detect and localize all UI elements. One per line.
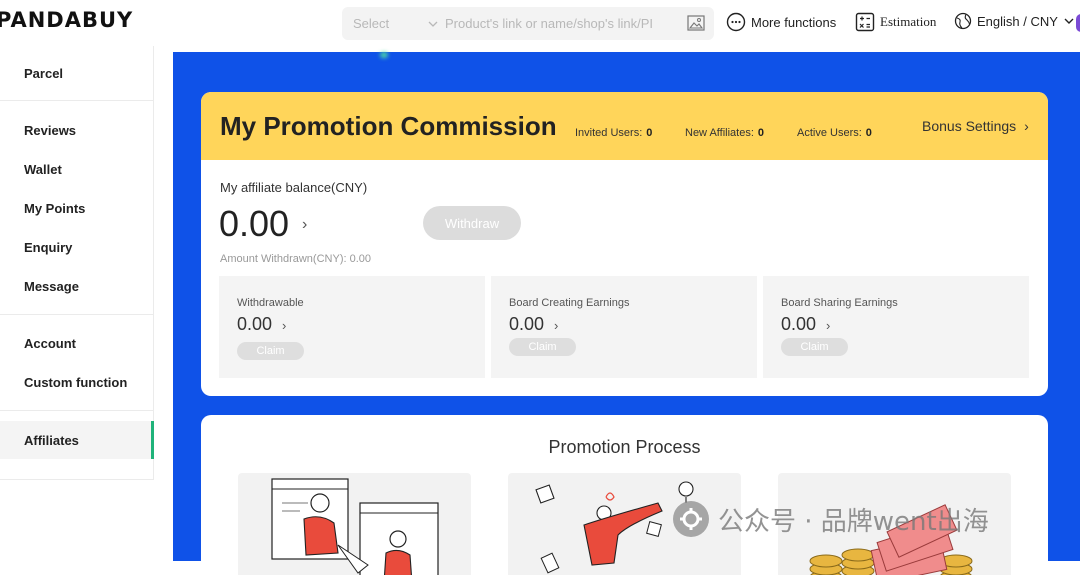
new-affiliates-value: 0 [757, 127, 765, 139]
chevron-right-icon: › [1024, 118, 1029, 134]
sidebar-item-reviews[interactable]: Reviews [24, 123, 76, 138]
withdraw-button[interactable]: Withdraw [423, 206, 521, 240]
earning-value-row[interactable]: 0.00 › [237, 314, 286, 335]
sidebar-item-parcel[interactable]: Parcel [24, 66, 63, 81]
page-title: My Promotion Commission [220, 111, 557, 141]
earning-value: 0.00 [237, 314, 273, 334]
search-bar: Select [342, 7, 714, 40]
commission-header: My Promotion Commission Invited Users: 0 … [201, 92, 1048, 160]
step-illustration-invite [238, 473, 471, 575]
earning-label: Board Creating Earnings [509, 297, 630, 309]
estimation-button[interactable]: Estimation [855, 12, 936, 32]
chevron-down-icon [1064, 18, 1074, 24]
search-type-select[interactable]: Select [353, 16, 413, 31]
active-users-stat: Active Users: 0 [797, 127, 872, 139]
divider [0, 100, 153, 101]
amount-withdrawn: Amount Withdrawn(CNY): 0.00 [220, 253, 371, 265]
active-users-label: Active Users: [797, 127, 862, 139]
chevron-right-icon: › [826, 318, 831, 333]
earning-value-row[interactable]: 0.00 › [509, 314, 558, 335]
invited-users-label: Invited Users: [575, 127, 643, 139]
active-indicator [151, 421, 154, 459]
section-title: Promotion Process [548, 437, 701, 457]
wechat-icon [673, 501, 709, 537]
sidebar-item-affiliates[interactable]: Affiliates [24, 433, 79, 448]
bonus-settings-label: Bonus Settings [922, 118, 1017, 134]
earning-value-row[interactable]: 0.00 › [781, 314, 830, 335]
earning-value: 0.00 [781, 314, 817, 334]
divider [0, 410, 153, 411]
sidebar-item-enquiry[interactable]: Enquiry [24, 240, 72, 255]
globe-icon [954, 12, 972, 30]
language-selector[interactable]: English / CNY [954, 12, 1080, 30]
sidebar-item-message[interactable]: Message [24, 279, 79, 294]
invited-users-value: 0 [646, 127, 653, 139]
claim-button[interactable]: Claim [237, 342, 304, 360]
new-affiliates-stat: New Affiliates: 0 [685, 127, 764, 139]
decorative-dot [380, 52, 388, 58]
claim-button[interactable]: Claim [509, 338, 576, 356]
more-icon [726, 12, 746, 32]
top-header: PANDABUY Select More functions Estimatio… [0, 0, 1080, 46]
promotion-process-card: Promotion Process [201, 415, 1048, 575]
watermark: 公众号 · 品牌went出海 [672, 500, 989, 538]
bonus-settings-link[interactable]: Bonus Settings › [922, 118, 1029, 134]
earning-label: Withdrawable [237, 297, 304, 309]
sidebar-item-my-points[interactable]: My Points [24, 201, 85, 216]
new-affiliates-label: New Affiliates: [685, 127, 754, 139]
claim-button[interactable]: Claim [781, 338, 848, 356]
divider [0, 314, 153, 315]
chevron-right-icon: › [282, 318, 287, 333]
earning-value: 0.00 [509, 314, 545, 334]
more-functions-button[interactable]: More functions [726, 12, 836, 32]
calculator-icon [855, 12, 875, 32]
more-functions-label: More functions [751, 14, 837, 30]
active-users-value: 0 [865, 127, 872, 139]
balance-label: My affiliate balance(CNY) [220, 180, 368, 195]
sidebar-item-wallet[interactable]: Wallet [24, 162, 62, 177]
sidebar-item-custom-function[interactable]: Custom function [24, 375, 127, 390]
sidebar: Parcel Reviews Wallet My Points Enquiry … [0, 46, 154, 480]
earning-card-withdrawable: Withdrawable 0.00 › Claim [219, 276, 485, 378]
estimation-label: Estimation [880, 14, 937, 29]
chevron-right-icon[interactable]: › [302, 216, 307, 234]
invited-users-stat: Invited Users: 0 [575, 127, 652, 139]
earning-card-board-creating: Board Creating Earnings 0.00 › Claim [491, 276, 757, 378]
sidebar-item-account[interactable]: Account [24, 336, 76, 351]
earning-card-board-sharing: Board Sharing Earnings 0.00 › Claim [763, 276, 1029, 378]
chevron-right-icon: › [554, 318, 559, 333]
balance-value[interactable]: 0.00 [219, 203, 289, 245]
search-input[interactable] [445, 16, 685, 31]
logo[interactable]: PANDABUY [0, 8, 133, 32]
commission-card: My Promotion Commission Invited Users: 0 … [201, 92, 1048, 396]
avatar[interactable] [1076, 14, 1080, 32]
earning-label: Board Sharing Earnings [781, 297, 898, 309]
language-label: English / CNY [977, 13, 1058, 29]
watermark-text: 公众号 · 品牌went出海 [718, 506, 989, 537]
chevron-down-icon[interactable] [427, 18, 439, 30]
image-search-icon[interactable] [687, 15, 705, 31]
